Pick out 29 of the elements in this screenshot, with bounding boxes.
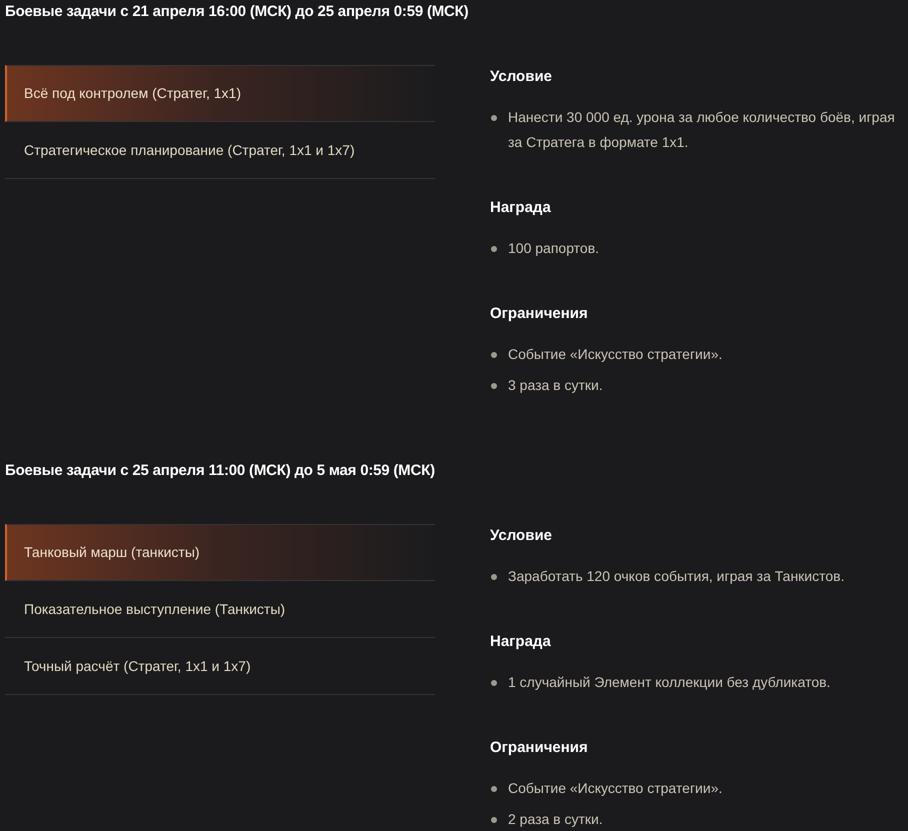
bullet-icon: [491, 246, 497, 252]
bullet-icon: [491, 786, 497, 792]
detail-text: Нанести 30 000 ед. урона за любое количество боёв, играя за Стратега в формате 1х1.: [508, 108, 896, 152]
detail-heading: Условие: [490, 67, 552, 87]
bullet-icon: [491, 817, 497, 823]
bullet-icon: [491, 352, 497, 358]
detail-text: 3 раза в сутки.: [508, 376, 603, 395]
detail-text: Событие «Искусство стратегии».: [508, 345, 722, 364]
detail-heading: Награда: [490, 198, 551, 218]
bullet-icon: [491, 115, 497, 121]
detail-heading: Условие: [490, 526, 552, 546]
detail-heading: Ограничения: [490, 738, 588, 758]
bullet-icon: [491, 574, 497, 580]
task-tab[interactable]: Всё под контролем (Стратег, 1х1): [5, 65, 435, 122]
detail-text: Заработать 120 очков события, играя за Танкистов.: [508, 567, 844, 586]
detail-heading: Награда: [490, 632, 551, 652]
detail-text: Событие «Искусство стратегии».: [508, 779, 722, 798]
section-title: Боевые задачи с 25 апреля 11:00 (МСК) до 5 мая 0:59 (МСК): [5, 461, 435, 481]
task-tab[interactable]: Точный расчёт (Стратег, 1х1 и 1х7): [5, 638, 435, 695]
bullet-icon: [491, 383, 497, 389]
task-tab[interactable]: Стратегическое планирование (Стратег, 1х1 и 1х7): [5, 122, 435, 179]
detail-heading: Ограничения: [490, 304, 588, 324]
detail-text: 100 рапортов.: [508, 239, 600, 258]
task-tab[interactable]: Танковый марш (танкисты): [5, 524, 435, 581]
section-title: Боевые задачи с 21 апреля 16:00 (МСК) до 25 апреля 0:59 (МСК): [5, 2, 468, 22]
task-tab[interactable]: Показательное выступление (Танкисты): [5, 581, 435, 638]
detail-text: 2 раза в сутки.: [508, 810, 603, 829]
detail-text: 1 случайный Элемент коллекции без дубликатов.: [508, 673, 830, 692]
bullet-icon: [491, 680, 497, 686]
